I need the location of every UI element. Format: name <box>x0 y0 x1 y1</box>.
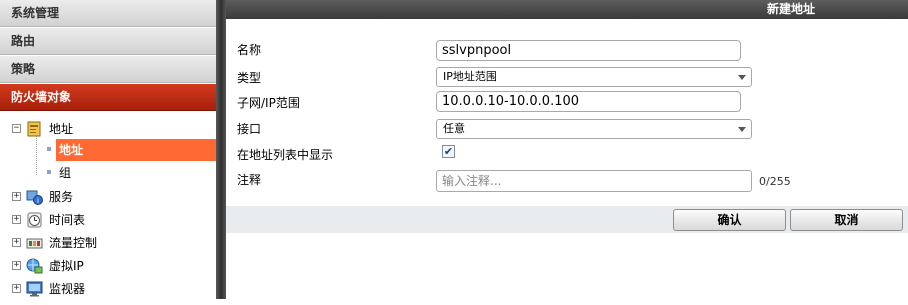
tree-item-schedule-label: 时间表 <box>49 213 86 227</box>
nav-section-policy[interactable]: 策略 <box>0 56 216 83</box>
expand-toggle[interactable]: + <box>12 261 21 270</box>
tree-item-traffic-shaping[interactable]: + 流量控制 <box>0 232 216 255</box>
show-in-list-label: 在地址列表中显示 <box>237 148 334 162</box>
comment-label: 注释 <box>237 173 262 187</box>
main-panel: 新建地址 名称 sslvpnpool 类型 IP地址范围 子网/IP范围 10.… <box>226 0 908 299</box>
chevron-down-icon <box>738 75 746 80</box>
type-label: 类型 <box>237 71 262 85</box>
service-icon: i <box>26 189 43 205</box>
tree-item-monitor-label: 监视器 <box>49 282 86 296</box>
interface-select-value: 任意 <box>443 122 465 135</box>
nav-section-system-admin[interactable]: 系统管理 <box>0 0 216 27</box>
tree-subitem-group[interactable]: 组 <box>56 162 216 184</box>
sidebar: 系统管理 路由 策略 防火墙对象 − 地址 地址 组 + i 服务 + 时间表 … <box>0 0 216 299</box>
comment-textarea[interactable]: 输入注释... <box>436 170 752 192</box>
tree-item-monitor[interactable]: + 监视器 <box>0 278 216 301</box>
tree-item-service-label: 服务 <box>49 190 74 204</box>
expand-toggle[interactable]: + <box>12 192 21 201</box>
expand-toggle[interactable]: + <box>12 284 21 293</box>
chevron-down-icon <box>738 127 746 132</box>
expand-toggle[interactable]: + <box>12 215 21 224</box>
type-select-value: IP地址范围 <box>443 70 497 83</box>
tree-subitem-address[interactable]: 地址 <box>56 139 216 161</box>
name-input[interactable]: sslvpnpool <box>436 40 741 61</box>
clock-icon <box>26 212 43 228</box>
interface-select[interactable]: 任意 <box>436 119 752 139</box>
svg-text:i: i <box>37 197 39 205</box>
ok-button[interactable]: 确认 <box>673 209 786 231</box>
nav-section-routing[interactable]: 路由 <box>0 28 216 55</box>
tree-item-traffic-shaping-label: 流量控制 <box>49 236 98 250</box>
tree-item-virtual-ip[interactable]: + 虚拟IP <box>0 255 216 278</box>
tree-subitem-group-label: 组 <box>59 166 72 180</box>
collapse-toggle[interactable]: − <box>12 124 21 133</box>
bullet-icon <box>47 170 51 174</box>
panel-divider[interactable] <box>216 0 226 299</box>
tree-item-address-label: 地址 <box>49 122 74 136</box>
interface-label: 接口 <box>237 122 262 136</box>
expand-toggle[interactable]: + <box>12 238 21 247</box>
tree-item-virtual-ip-label: 虚拟IP <box>49 259 84 273</box>
show-in-list-checkbox[interactable]: ✔ <box>442 145 455 158</box>
page-title: 新建地址 <box>226 0 908 19</box>
nav-section-firewall-objects[interactable]: 防火墙对象 <box>0 84 216 111</box>
type-select[interactable]: IP地址范围 <box>436 67 752 87</box>
tree-item-service[interactable]: + i 服务 <box>0 186 216 209</box>
subnet-label: 子网/IP范围 <box>237 96 300 110</box>
subnet-input[interactable]: 10.0.0.10-10.0.0.100 <box>436 91 741 112</box>
cancel-button[interactable]: 取消 <box>790 209 903 231</box>
name-label: 名称 <box>237 43 262 57</box>
monitor-icon <box>26 281 43 297</box>
bullet-icon <box>47 147 51 151</box>
comment-char-counter: 0/255 <box>759 175 791 188</box>
traffic-shaping-icon <box>26 235 43 251</box>
tree-item-address[interactable]: − 地址 <box>0 118 216 141</box>
address-book-icon <box>26 121 43 137</box>
tree-item-schedule[interactable]: + 时间表 <box>0 209 216 232</box>
globe-network-icon <box>26 258 43 274</box>
tree-subitem-address-label: 地址 <box>59 143 84 157</box>
